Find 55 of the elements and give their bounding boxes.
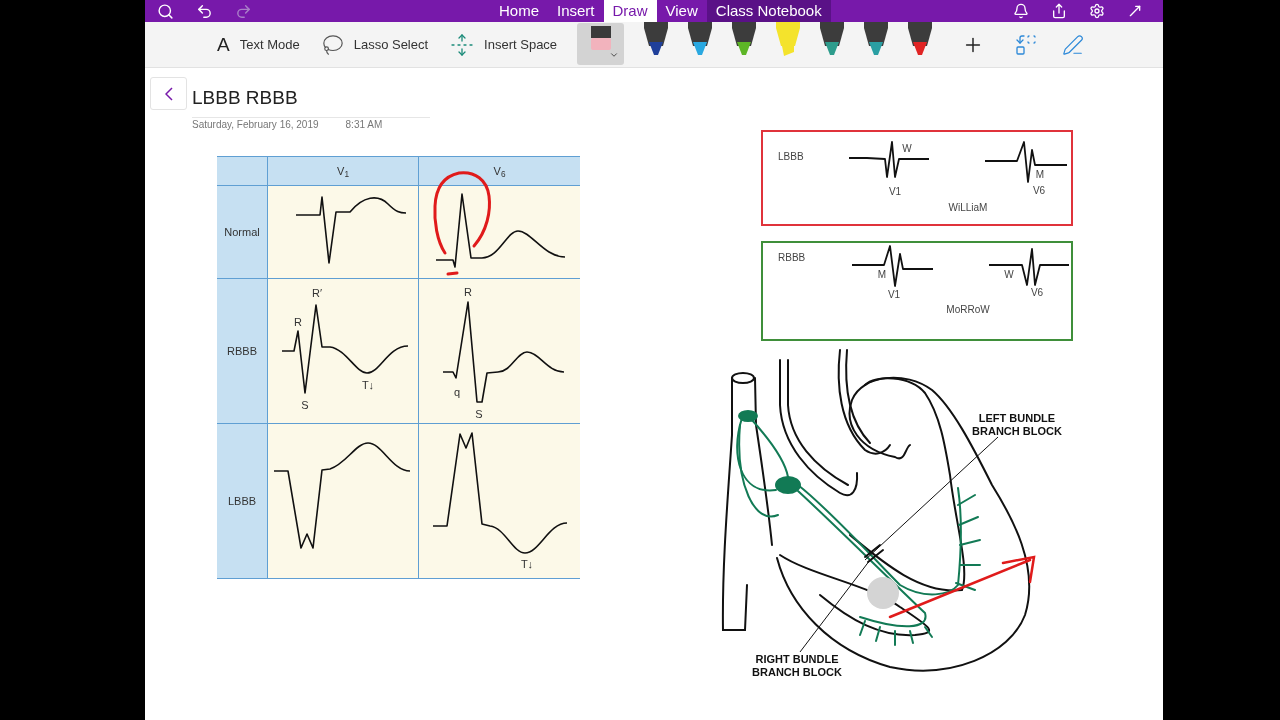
row-header-cell: Normal	[217, 186, 267, 278]
back-icon	[164, 86, 173, 101]
undo-icon[interactable]	[196, 2, 213, 20]
row-header-cell: RBBB	[217, 279, 267, 423]
share-icon[interactable]	[1051, 3, 1067, 19]
card-label: RBBB	[778, 253, 806, 263]
card-label: LBBB	[778, 152, 804, 162]
row-header-cell: LBBB	[217, 424, 267, 578]
wave-letter: W	[902, 144, 912, 154]
ribbon-tab[interactable]: Insert	[548, 0, 604, 22]
lead-label: V1	[888, 187, 902, 197]
draw-tool-button[interactable]: Insert Space	[450, 32, 558, 57]
lead-label: V1	[887, 290, 901, 300]
wave-letter: M	[1035, 170, 1045, 180]
wave-label: R	[464, 286, 472, 298]
draw-tool-button[interactable]: A Text Mode	[217, 34, 300, 55]
chevron-down-icon	[608, 50, 619, 60]
eraser-button[interactable]	[577, 23, 625, 65]
lasso-icon	[321, 33, 344, 56]
table-header-cell: V$_{1}$	[268, 157, 418, 185]
ribbon-tab[interactable]: Draw	[603, 0, 657, 22]
back-button[interactable]	[150, 77, 187, 110]
wave-label: S	[475, 408, 483, 420]
wave-label: T↓	[520, 558, 534, 570]
ribbon-tab[interactable]: Home	[490, 0, 548, 22]
page-title: LBBB RBBB	[192, 86, 298, 110]
settings-icon[interactable]	[1089, 3, 1105, 19]
mnemonic-word: WiLLiaM	[948, 203, 988, 213]
wave-label: q	[453, 386, 461, 398]
ribbon-tab[interactable]: View	[656, 0, 707, 22]
diagram-label: LEFT BUNDLE BRANCH BLOCK	[971, 412, 1063, 438]
lead-label: V6	[1032, 186, 1046, 196]
wave-letter: M	[877, 270, 887, 280]
wave-letter: W	[1004, 270, 1014, 280]
mnemonic-word: MoRRoW	[946, 305, 990, 315]
ribbon-tab[interactable]: Class Notebook	[706, 0, 831, 22]
eraser-icon	[590, 26, 611, 52]
wave-label: R′	[312, 287, 322, 299]
wave-label: T↓	[361, 379, 375, 391]
draw-tool-button[interactable]: Lasso Select	[321, 33, 429, 56]
table-header-cell: V$_{6}$	[419, 157, 580, 185]
ink-replay-icon[interactable]	[1062, 33, 1085, 56]
diagram-label: RIGHT BUNDLE BRANCH BLOCK	[751, 653, 843, 679]
text-mode-icon: A	[217, 35, 230, 54]
insert-space-icon	[450, 32, 475, 57]
page-time: 8:31 AM	[345, 119, 383, 131]
expand-icon[interactable]	[1127, 3, 1143, 19]
lead-label: V6	[1030, 288, 1044, 298]
table-header-cell	[217, 157, 267, 185]
redo-icon[interactable]	[235, 2, 252, 20]
wave-label: R	[294, 316, 302, 328]
notifications-icon[interactable]	[1013, 3, 1029, 19]
search-icon[interactable]	[157, 2, 174, 20]
page-date: Saturday, February 16, 2019	[192, 119, 319, 131]
wave-label: S	[301, 399, 309, 411]
